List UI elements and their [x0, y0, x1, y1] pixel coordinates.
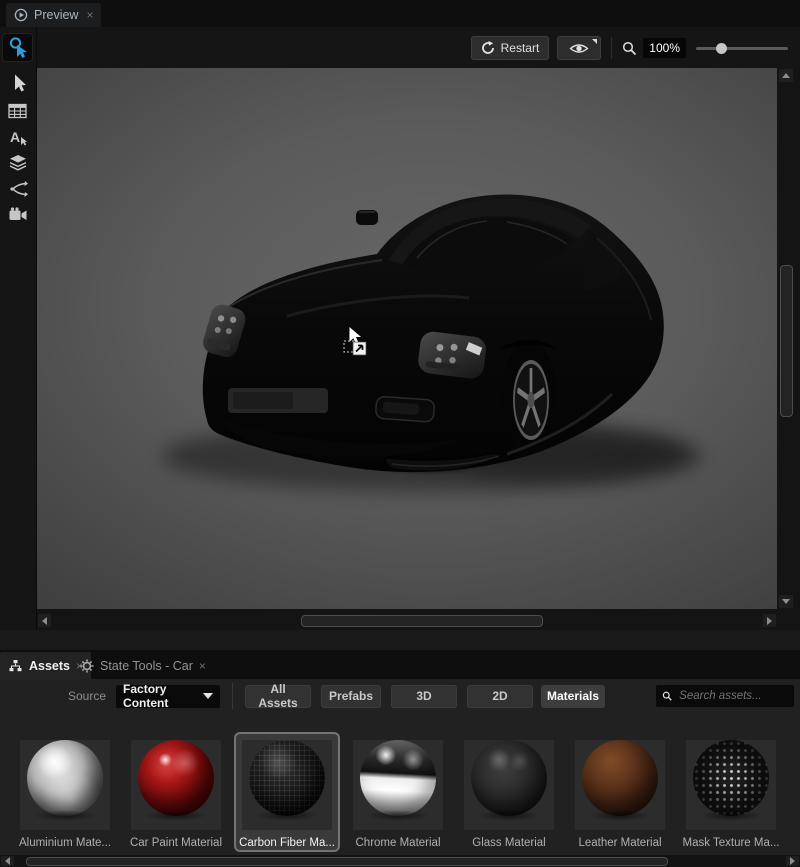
tab-state-tools[interactable]: State Tools - Car ×: [72, 652, 214, 679]
table-icon[interactable]: [3, 97, 32, 124]
material-thumbnail: [686, 740, 776, 830]
zoom-slider-handle[interactable]: [716, 43, 727, 54]
assets-hscroll-thumb[interactable]: [26, 857, 668, 866]
material-thumbnail: [20, 740, 110, 830]
gear-icon: [80, 659, 94, 673]
material-label: Mask Texture Ma...: [680, 837, 782, 849]
restart-icon: [481, 41, 495, 55]
material-sphere-icon: [138, 740, 214, 816]
material-item[interactable]: Leather Material: [567, 732, 673, 852]
zoom-value[interactable]: 100%: [643, 38, 686, 58]
select-tool-icon[interactable]: [3, 69, 32, 96]
material-sphere-icon: [27, 740, 103, 816]
material-thumbnail: [131, 740, 221, 830]
filter-2d[interactable]: 2D: [467, 685, 533, 708]
material-item[interactable]: Chrome Material: [345, 732, 451, 852]
material-sphere-icon: [360, 740, 436, 816]
scroll-down-icon[interactable]: [779, 595, 793, 608]
vscroll-thumb[interactable]: [780, 265, 793, 417]
material-item[interactable]: Car Paint Material: [123, 732, 229, 852]
material-sphere-icon: [471, 740, 547, 816]
car-render: [37, 68, 777, 609]
material-label: Aluminium Mate...: [14, 837, 116, 849]
scroll-up-icon[interactable]: [779, 69, 793, 82]
material-label: Car Paint Material: [125, 837, 227, 849]
dropdown-corner-icon: [592, 39, 597, 44]
left-toolbar: A: [0, 27, 37, 630]
material-label: Glass Material: [458, 837, 560, 849]
drag-drop-cursor-icon: [337, 315, 379, 367]
search-icon: [662, 690, 672, 702]
materials-row: Aluminium Mate... Car Paint Material Car…: [0, 713, 800, 855]
material-sphere-icon: [582, 740, 658, 816]
toolbar-separator: [611, 37, 612, 59]
material-item[interactable]: Glass Material: [456, 732, 562, 852]
scroll-left-icon[interactable]: [38, 614, 51, 627]
layers-icon[interactable]: [3, 149, 32, 176]
material-thumbnail: [464, 740, 554, 830]
svg-text:A: A: [10, 129, 20, 145]
assets-hscrollbar[interactable]: [0, 855, 800, 867]
assets-tree-icon: [8, 659, 23, 673]
zoom-slider-track: [696, 47, 788, 50]
material-sphere-icon: [249, 740, 325, 816]
viewport-hscrollbar[interactable]: [37, 613, 777, 628]
tab-preview[interactable]: Preview ×: [6, 3, 101, 27]
assets-scroll-left-icon[interactable]: [1, 856, 14, 866]
search-input[interactable]: [677, 689, 788, 703]
assets-filter-row: Source Factory Content All Assets Prefab…: [0, 679, 800, 713]
bottom-tab-bar: Assets × State Tools - Car ×: [0, 650, 800, 679]
play-circle-icon: [14, 8, 28, 22]
source-value: Factory Content: [123, 682, 203, 710]
viewport-3d[interactable]: [37, 68, 777, 609]
eye-icon: [569, 42, 589, 55]
tab-state-tools-close-icon[interactable]: ×: [199, 659, 206, 673]
material-label: Carbon Fiber Ma...: [236, 837, 338, 849]
material-thumbnail: [353, 740, 443, 830]
app-window: Preview × A: [0, 0, 800, 867]
visibility-button[interactable]: [557, 36, 601, 60]
material-thumbnail: [575, 740, 665, 830]
material-label: Chrome Material: [347, 837, 449, 849]
filter-all-assets[interactable]: All Assets: [245, 685, 311, 708]
tab-state-tools-label: State Tools - Car: [100, 659, 193, 673]
tab-preview-close-icon[interactable]: ×: [86, 8, 93, 22]
magnifier-icon: [622, 41, 637, 56]
chevron-down-icon: [203, 693, 213, 699]
filter-separator: [232, 683, 233, 709]
search-box[interactable]: [656, 685, 794, 707]
top-tab-bar: Preview ×: [0, 0, 800, 27]
material-sphere-icon: [693, 740, 769, 816]
assets-scroll-right-icon[interactable]: [786, 856, 799, 866]
source-label: Source: [68, 689, 106, 703]
annotation-icon[interactable]: A: [3, 123, 32, 150]
material-item[interactable]: Aluminium Mate...: [12, 732, 118, 852]
interact-tool-icon[interactable]: [3, 34, 32, 61]
source-dropdown[interactable]: Factory Content: [116, 685, 220, 708]
restart-label: Restart: [501, 41, 540, 55]
material-thumbnail: [242, 740, 332, 830]
material-item[interactable]: Carbon Fiber Ma...: [234, 732, 340, 852]
hscroll-thumb[interactable]: [301, 615, 543, 627]
tab-preview-label: Preview: [34, 8, 78, 22]
assets-panel: Assets × State Tools - Car × Source: [0, 630, 800, 867]
camera-icon[interactable]: [3, 201, 32, 228]
zoom-slider[interactable]: [696, 36, 788, 60]
viewport-vscrollbar[interactable]: [778, 68, 794, 609]
filter-materials[interactable]: Materials: [541, 685, 605, 708]
material-item[interactable]: Mask Texture Ma...: [678, 732, 784, 852]
tab-assets-label: Assets: [29, 659, 70, 673]
restart-button[interactable]: Restart: [471, 36, 550, 60]
filter-prefabs[interactable]: Prefabs: [321, 685, 381, 708]
viewport-toolbar: Restart 100%: [37, 27, 800, 68]
material-label: Leather Material: [569, 837, 671, 849]
scroll-right-icon[interactable]: [763, 614, 776, 627]
connections-icon[interactable]: [3, 175, 32, 202]
filter-3d[interactable]: 3D: [391, 685, 457, 708]
